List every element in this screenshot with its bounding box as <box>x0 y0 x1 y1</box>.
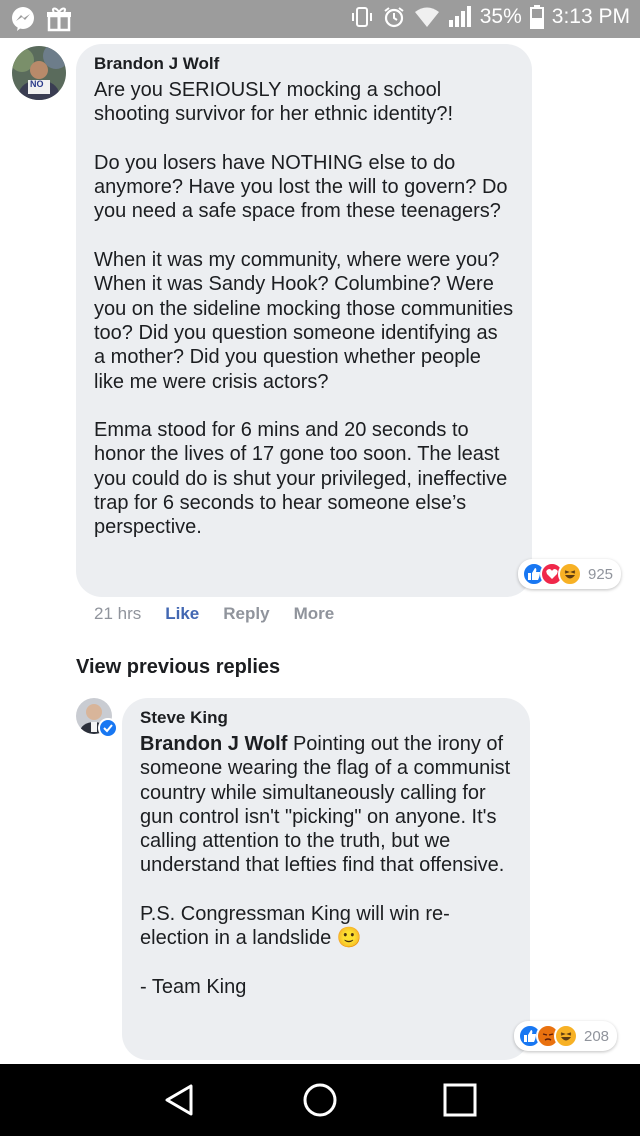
comment-bubble: Brandon J Wolf Are you SERIOUSLY mocking… <box>76 44 532 597</box>
reaction-count: 925 <box>588 565 614 583</box>
view-previous-replies-link[interactable]: View previous replies <box>76 656 280 679</box>
like-button[interactable]: Like <box>165 604 199 624</box>
android-nav-bar <box>0 1064 640 1136</box>
smile-emoji-icon: 🙂 <box>336 927 362 950</box>
comment-thread: NO Brandon J Wolf Are you SERIOUSLY mock… <box>0 38 640 1064</box>
comment-actions: 21 hrs Like Reply More <box>94 604 334 624</box>
reply-signature: - Team King <box>140 975 247 998</box>
status-bar: 35% 3:13 PM <box>0 0 640 38</box>
vibrate-icon <box>350 5 374 29</box>
battery-icon <box>529 5 544 29</box>
verified-badge-icon <box>98 718 118 738</box>
signal-icon <box>448 6 472 28</box>
reaction-summary[interactable]: 925 <box>518 559 622 589</box>
status-bar-right: 35% 3:13 PM <box>350 5 630 29</box>
status-bar-left <box>10 6 72 32</box>
comment-text: Are you SERIOUSLY mocking a school shoot… <box>94 79 514 539</box>
wifi-icon <box>414 6 440 28</box>
battery-percent: 35% <box>479 5 522 28</box>
haha-reaction-icon <box>558 562 582 586</box>
messenger-icon <box>10 6 36 32</box>
reply-text: Brandon J Wolf Pointing out the irony of… <box>140 732 512 999</box>
reply-bubble: Steve King Brandon J Wolf Pointing out t… <box>122 698 530 1060</box>
avatar[interactable]: NO <box>12 46 66 100</box>
reply-author[interactable]: Steve King <box>140 708 512 728</box>
haha-reaction-icon <box>554 1024 578 1048</box>
gift-icon <box>46 6 72 32</box>
avatar-sign-text: NO <box>30 79 44 89</box>
back-icon[interactable] <box>150 1070 210 1130</box>
comment-timestamp: 21 hrs <box>94 604 142 623</box>
clock: 3:13 PM <box>551 5 630 28</box>
reply-body: Pointing out the irony of someone wearin… <box>140 733 511 950</box>
comment-author[interactable]: Brandon J Wolf <box>94 54 514 74</box>
alarm-icon <box>382 5 406 29</box>
reply-mention[interactable]: Brandon J Wolf <box>140 733 287 755</box>
home-icon[interactable] <box>290 1070 350 1130</box>
more-button[interactable]: More <box>294 604 335 624</box>
reply-button[interactable]: Reply <box>223 604 269 624</box>
reaction-count: 208 <box>584 1027 610 1045</box>
reaction-summary[interactable]: 208 <box>514 1021 618 1051</box>
recents-icon[interactable] <box>430 1070 490 1130</box>
